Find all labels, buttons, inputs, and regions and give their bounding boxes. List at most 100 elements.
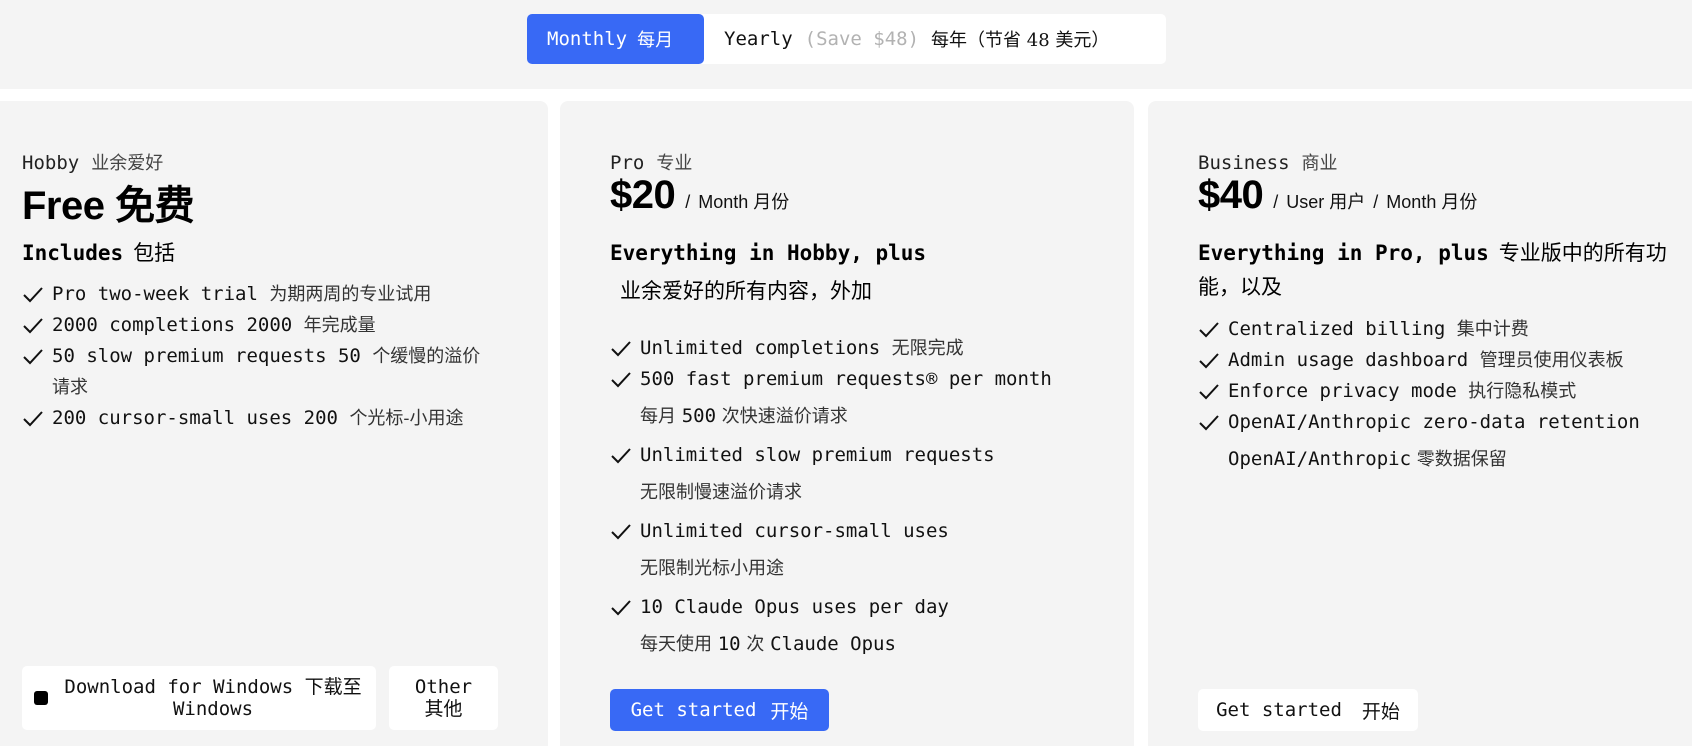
list-item: Unlimited completions 无限完成: [610, 333, 1120, 364]
features-heading: Everything in Hobby, plus 业余爱好的所有内容，外加: [610, 236, 1120, 308]
check-icon: [610, 446, 632, 466]
check-icon: [1198, 413, 1220, 433]
yearly-label-cn: 每年（节省 48 美元）: [931, 30, 1110, 51]
feature-text: Centralized billing: [1228, 318, 1446, 340]
feature-text: OpenAI/Anthropic zero-data retention: [1228, 411, 1640, 433]
plan-name-cn: 商业: [1301, 153, 1338, 174]
feature-list: Pro two-week trial 为期两周的专业试用 2000 comple…: [22, 279, 492, 434]
price-amount: Free 免费: [22, 184, 195, 228]
plan-price: $40 / User 用户 / Month 月份: [1198, 173, 1477, 218]
list-item: Centralized billing 集中计费: [1198, 314, 1692, 345]
cta-label: Get started: [630, 699, 757, 721]
plan-name-label: Hobby: [22, 152, 80, 174]
plan-name: Business 商业: [1198, 149, 1338, 175]
list-item: Enforce privacy mode 执行隐私模式: [1198, 376, 1692, 407]
check-icon: [610, 522, 632, 542]
feature-text: 200 cursor-small uses 200: [52, 407, 338, 429]
feature-text: Unlimited cursor-small uses: [640, 520, 949, 542]
list-item: Admin usage dashboard 管理员使用仪表板: [1198, 345, 1692, 376]
price-unit: / Month 月份: [685, 188, 789, 214]
monthly-label-cn: 每月: [637, 30, 674, 51]
feature-text: Pro two-week trial: [52, 283, 258, 305]
cta-label-cn: 开始: [1361, 700, 1400, 723]
unit-separator: /: [1273, 192, 1279, 212]
feature-text: Unlimited slow premium requests: [640, 444, 995, 466]
unit-label: User 用户: [1286, 192, 1366, 212]
feature-text: Unlimited completions: [640, 337, 881, 359]
plan-card-pro: Pro 专业 $20 / Month 月份 Everything in Hobby,…: [560, 101, 1134, 746]
feature-text: 10 Claude Opus uses per day: [640, 596, 949, 618]
other-label: Other: [414, 676, 473, 698]
list-item: Pro two-week trial 为期两周的专业试用: [22, 279, 492, 310]
heading-label: Everything in Hobby, plus: [610, 241, 927, 265]
monthly-label: Monthly: [547, 28, 628, 50]
feature-text-cn: 管理员使用仪表板: [1479, 350, 1624, 371]
feature-list: Centralized billing 集中计费 Admin usage das…: [1198, 314, 1692, 483]
other-label-cn: 其他: [424, 698, 463, 720]
feature-text: 2000 completions 2000: [52, 314, 293, 336]
check-icon: [1198, 351, 1220, 371]
plan-price: Free 免费: [22, 173, 195, 231]
feature-text-cn: 无限完成: [891, 338, 964, 359]
heading-cn: 包括: [133, 241, 176, 265]
monthly-option[interactable]: Monthly 每月: [527, 14, 704, 64]
feature-text-cn: 执行隐私模式: [1468, 381, 1577, 402]
feature-text: 50 slow premium requests 50: [52, 345, 361, 367]
feature-subtext: 无限制光标小用途: [640, 558, 784, 579]
feature-list: Unlimited completions 无限完成 500 fast prem…: [610, 333, 1120, 668]
sub-part: 次: [746, 634, 765, 655]
list-item: 50 slow premium requests 50 个缓慢的溢价请求: [22, 341, 492, 403]
yearly-savings: (Save $48): [804, 28, 920, 50]
feature-subtext: OpenAI/Anthropic 零数据保留: [1228, 444, 1692, 475]
unit-separator: /: [1373, 192, 1379, 212]
feature-text-cn: 集中计费: [1456, 319, 1529, 340]
unit-label: Month 月份: [698, 192, 790, 212]
check-icon: [22, 316, 44, 336]
plan-name: Pro 专业: [610, 149, 692, 175]
windows-icon: [34, 691, 48, 705]
check-icon: [1198, 382, 1220, 402]
yearly-option[interactable]: Yearly (Save $48) 每年（节省 48 美元）: [704, 14, 1166, 64]
sub-part: 每月: [640, 406, 676, 427]
feature-text: 500 fast premium requests® per month: [640, 368, 1052, 390]
price-amount: $40: [1198, 173, 1264, 217]
yearly-label: Yearly: [724, 28, 793, 50]
feature-text: Admin usage dashboard: [1228, 349, 1469, 371]
list-item: 10 Claude Opus uses per day 每天使用 10 次 Cl…: [610, 592, 1120, 660]
heading-label: Includes: [22, 241, 124, 265]
check-icon: [1198, 320, 1220, 340]
check-icon: [22, 285, 44, 305]
sub-part: 零数据保留: [1416, 449, 1507, 470]
download-windows-button[interactable]: Download for Windows 下载至 Windows: [22, 666, 376, 730]
download-label-tail: Windows: [172, 698, 254, 720]
plan-name: Hobby 业余爱好: [22, 149, 163, 175]
check-icon: [22, 409, 44, 429]
feature-text-cn: 为期两周的专业试用: [269, 284, 432, 305]
feature-text-cn: 个光标-小用途: [349, 408, 464, 429]
feature-subtext: 无限制慢速溢价请求: [640, 482, 802, 503]
check-icon: [610, 339, 632, 359]
get-started-button[interactable]: Get started 开始: [1198, 689, 1418, 731]
download-label-cn: 下载至: [304, 676, 362, 698]
check-icon: [610, 598, 632, 618]
feature-subtext: 每天使用 10 次 Claude Opus: [640, 629, 1120, 660]
check-icon: [610, 370, 632, 390]
get-started-button[interactable]: Get started 开始: [610, 689, 829, 731]
plan-price: $20 / Month 月份: [610, 173, 789, 218]
sub-number: 500: [681, 405, 717, 427]
list-item: OpenAI/Anthropic zero-data retention Ope…: [1198, 407, 1692, 475]
feature-subtext: 每月 500 次快速溢价请求: [640, 401, 1120, 432]
price-unit: / User 用户 / Month 月份: [1273, 188, 1477, 214]
feature-text: Enforce privacy mode: [1228, 380, 1457, 402]
other-platforms-button[interactable]: Other 其他: [389, 666, 498, 730]
heading-cn: 业余爱好的所有内容，外加: [620, 279, 872, 303]
sub-part: 每天使用: [640, 634, 712, 655]
plan-name-cn: 业余爱好: [91, 153, 164, 174]
cta-label-cn: 开始: [770, 700, 809, 723]
list-item: Unlimited cursor-small uses 无限制光标小用途: [610, 516, 1120, 584]
plan-name-label: Pro: [610, 152, 645, 174]
plan-name-label: Business: [1198, 152, 1290, 174]
billing-toggle-bar: Monthly 每月 Yearly (Save $48) 每年（节省 48 美元…: [0, 0, 1692, 89]
download-label: Download for Windows: [64, 676, 294, 698]
plan-card-hobby: Hobby 业余爱好 Free 免费 Includes 包括 Pro two-wee…: [0, 101, 548, 746]
